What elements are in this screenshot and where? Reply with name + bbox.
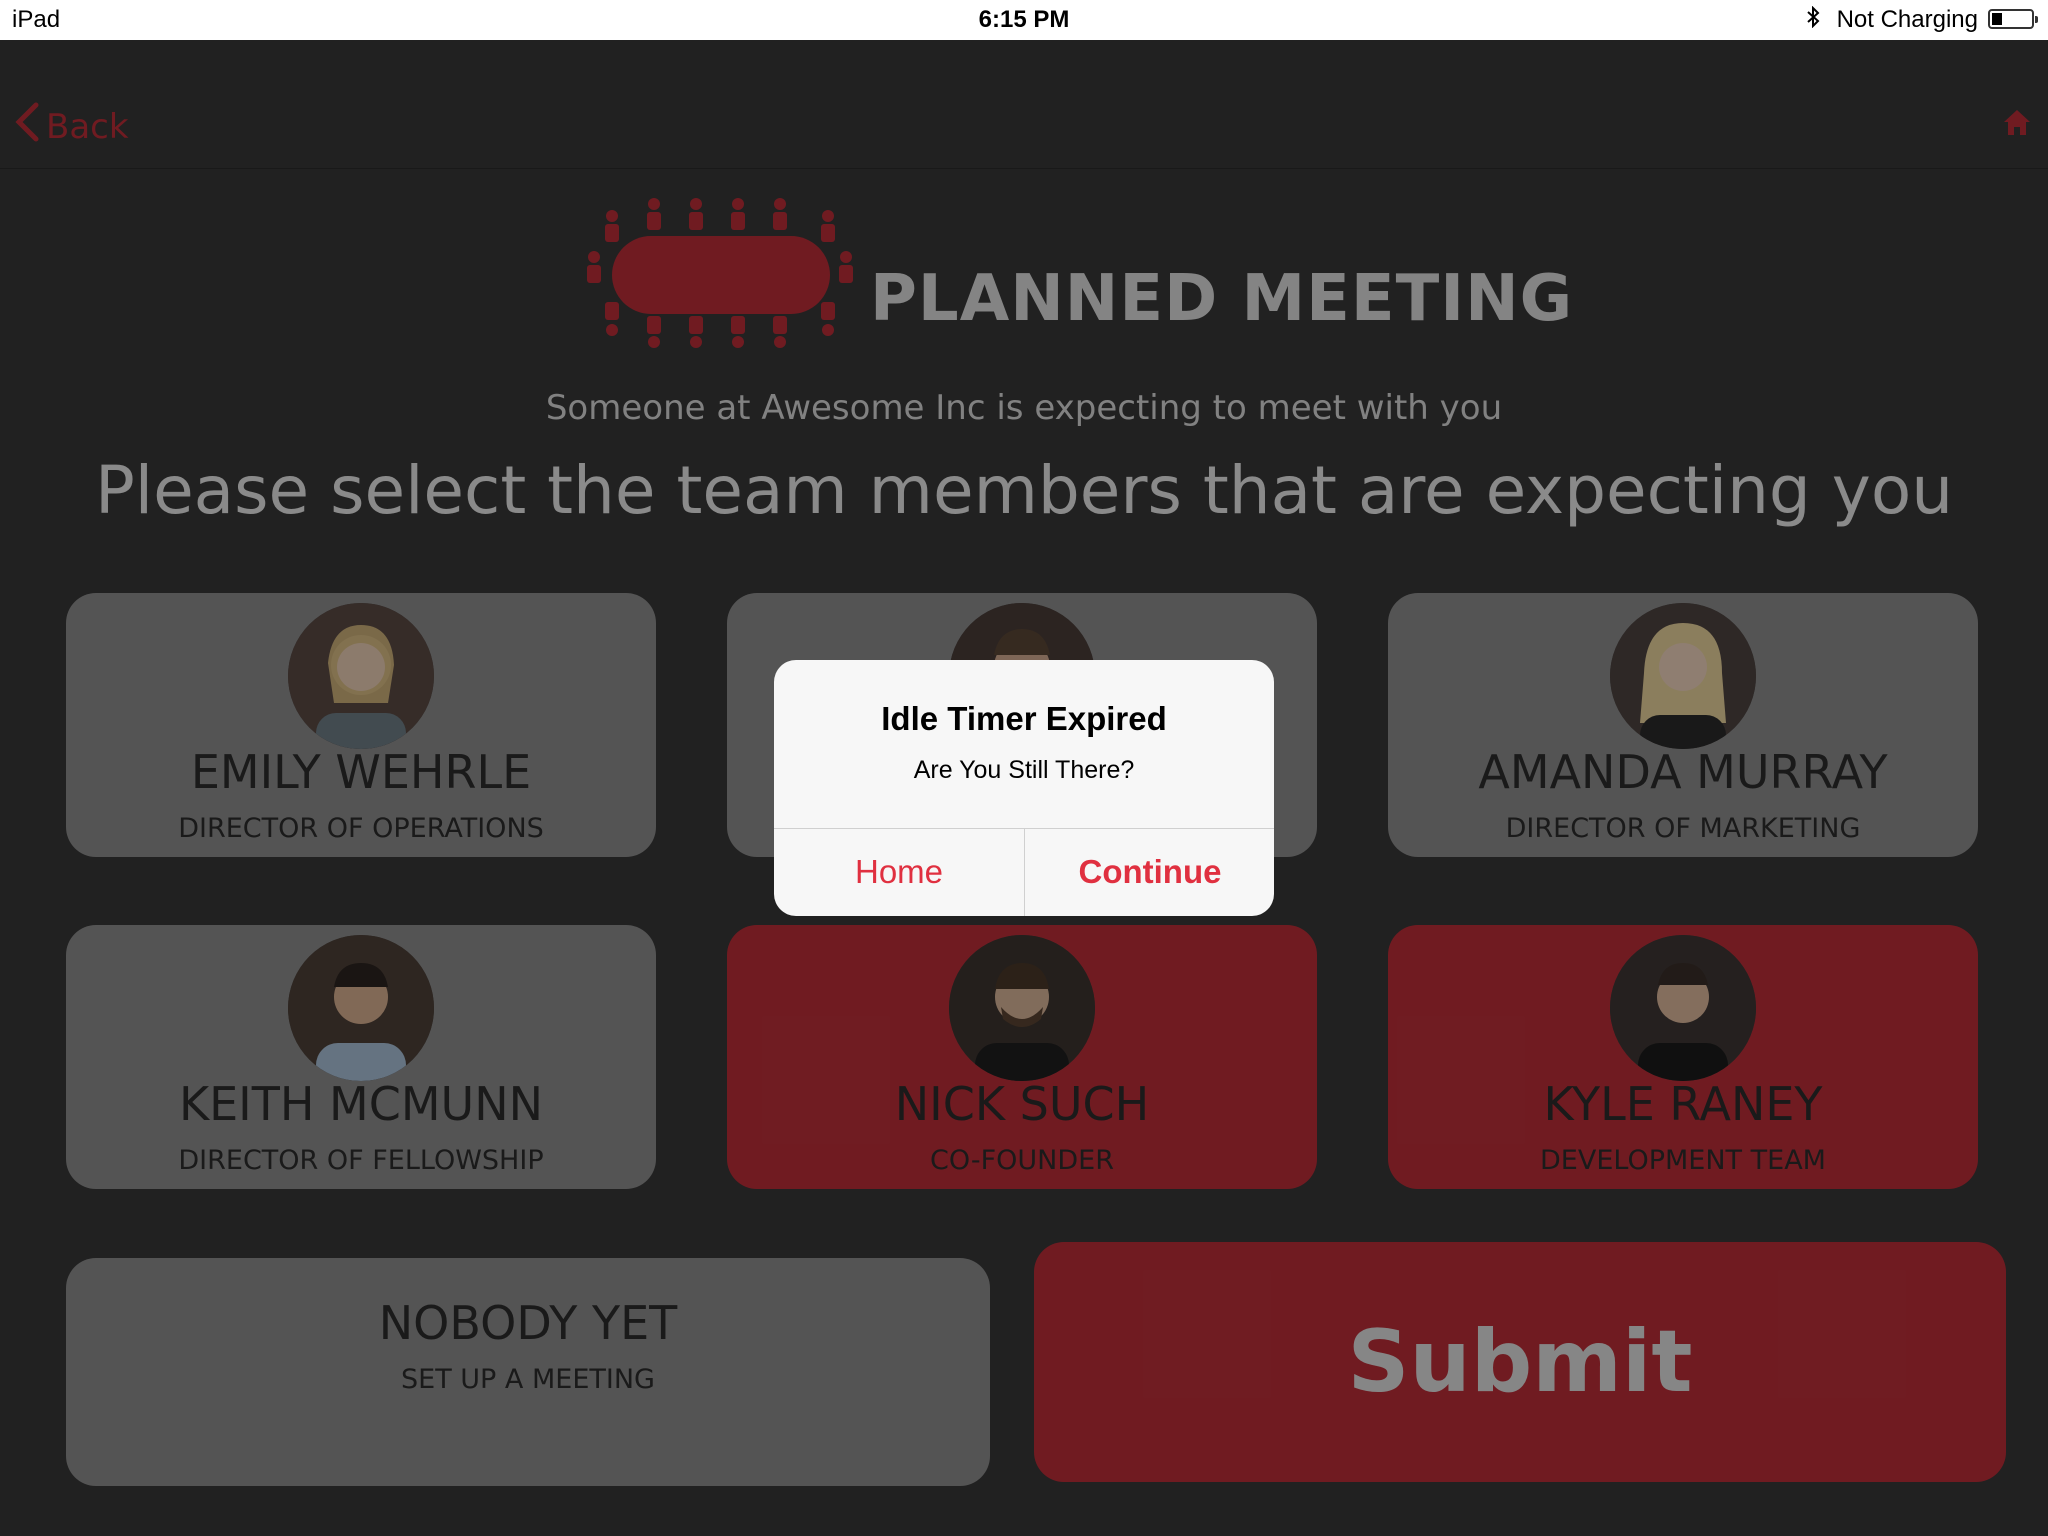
status-bar: iPad 6:15 PM Not Charging — [0, 0, 2048, 40]
idle-timer-alert: Idle Timer Expired Are You Still There? … — [774, 660, 1274, 916]
alert-home-button[interactable]: Home — [774, 828, 1024, 916]
charging-status: Not Charging — [1836, 6, 1978, 33]
bluetooth-icon — [1806, 5, 1820, 35]
battery-icon — [1988, 9, 2038, 29]
alert-title: Idle Timer Expired — [881, 700, 1167, 737]
alert-message: Are You Still There? — [913, 756, 1135, 784]
alert-continue-button[interactable]: Continue — [1025, 828, 1274, 916]
clock: 6:15 PM — [978, 6, 1070, 33]
